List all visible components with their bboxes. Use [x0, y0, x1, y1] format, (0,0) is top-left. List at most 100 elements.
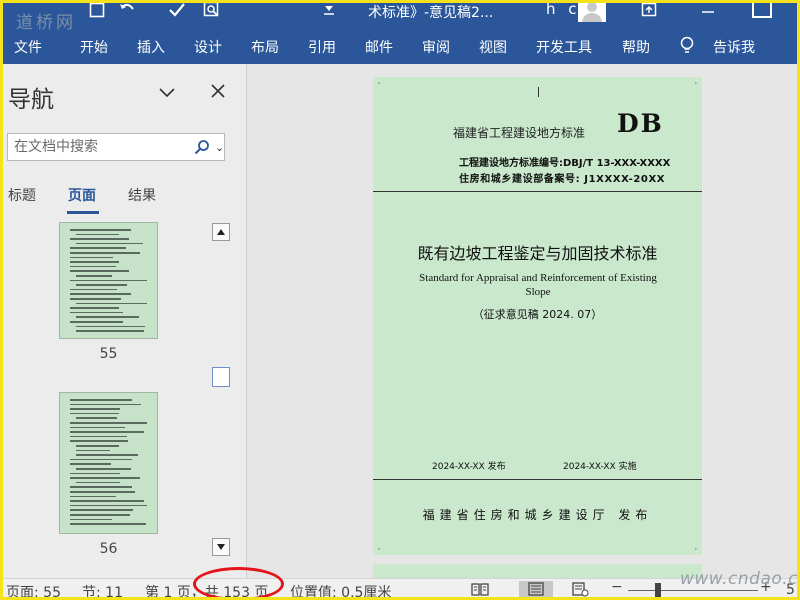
thumbnail-text-line [76, 325, 146, 328]
record-number: 住房和城乡建设部备案号: J1XXXX-20XX [459, 174, 666, 185]
crop-mark-icon [695, 548, 697, 550]
standard-header: 福建省工程建设地方标准 [453, 126, 586, 140]
zoom-slider-thumb[interactable] [655, 583, 661, 597]
page-thumbnail-number: 55 [99, 346, 118, 362]
read-mode-icon[interactable] [470, 581, 490, 597]
thumbnail-text-line [70, 431, 144, 433]
thumbnail-text-line [70, 279, 147, 282]
thumbnail-text-line [70, 412, 119, 415]
scrollbar-thumb[interactable] [212, 367, 230, 387]
thumbnail-text-line [70, 509, 134, 511]
tab-design[interactable]: 设计 [194, 37, 222, 57]
thumbnail-text-line [76, 316, 140, 318]
ribbon-display-icon[interactable] [640, 1, 658, 19]
thumbnail-text-line [70, 426, 126, 429]
thumbnail-text-line [70, 486, 132, 488]
thumbnail-text-line [76, 454, 138, 456]
thumbnail-text-line [70, 500, 144, 502]
undo-icon[interactable] [118, 1, 136, 19]
publish-date: 2024-XX-XX 发布 [432, 462, 506, 472]
scroll-down-icon[interactable] [212, 538, 230, 556]
thumbnail-text-line [70, 247, 126, 249]
thumbnail-text-line [76, 284, 127, 286]
web-layout-icon[interactable] [570, 581, 590, 597]
thumbnail-text-line [70, 440, 128, 442]
thumbnail-text-line [70, 422, 147, 424]
thumbnail-text-line [70, 261, 119, 263]
standard-number: 工程建设地方标准编号:DBJ/T 13-XXX-XXXX [459, 158, 671, 169]
tab-review[interactable]: 审阅 [422, 37, 450, 57]
title-bar: 道桥网 术标准》-意见稿2... h c [0, 0, 800, 33]
user-initials[interactable]: h c [546, 0, 581, 18]
status-section[interactable]: 节: 11 [82, 582, 123, 600]
thumbnail-text-line [70, 399, 133, 401]
crop-mark-icon [378, 82, 380, 84]
thumbnail-scrollbar[interactable] [210, 222, 232, 560]
tab-home[interactable]: 开始 [80, 37, 108, 57]
search-input[interactable] [14, 137, 184, 157]
thumbnail-text-line [70, 238, 130, 240]
zoom-out-icon[interactable]: − [611, 579, 623, 595]
draft-note: （征求意见稿 2024. 07） [472, 308, 603, 321]
tab-help[interactable]: 帮助 [622, 37, 650, 57]
document-area[interactable]: 福建省工程建设地方标准 DB 工程建设地方标准编号:DBJ/T 13-XXX-X… [248, 64, 800, 578]
thumbnail-text-line [76, 445, 120, 447]
thumbnail-text-line [70, 518, 113, 521]
thumbnail-text-line [76, 275, 112, 277]
user-avatar[interactable] [578, 0, 606, 22]
tab-pages[interactable]: 页面 [68, 185, 96, 205]
thumbnail-text-line [70, 403, 142, 406]
thumbnail-text-line [70, 491, 136, 493]
close-icon[interactable] [210, 83, 226, 99]
scroll-up-icon[interactable] [212, 223, 230, 241]
status-position[interactable]: 位置值: 0.5厘米 [290, 582, 391, 600]
thumbnail-text-line [70, 252, 140, 254]
tab-insert[interactable]: 插入 [137, 37, 165, 57]
tab-view[interactable]: 视图 [479, 37, 507, 57]
document-page[interactable]: 福建省工程建设地方标准 DB 工程建设地方标准编号:DBJ/T 13-XXX-X… [373, 77, 702, 555]
customize-toolbar-icon[interactable] [320, 1, 338, 19]
thumbnail-text-line [76, 233, 120, 236]
chevron-down-icon[interactable] [158, 84, 176, 98]
thumbnail-text-line [76, 242, 144, 245]
tab-references[interactable]: 引用 [308, 37, 336, 57]
check-icon[interactable] [168, 1, 186, 19]
tab-file[interactable]: 文件 [14, 37, 42, 57]
zoom-slider[interactable] [628, 590, 758, 591]
divider [373, 191, 702, 192]
lightbulb-icon[interactable] [680, 36, 694, 56]
thumbnail-text-line [70, 477, 140, 479]
page-thumbnail[interactable] [59, 392, 158, 534]
crop-mark-icon [695, 82, 697, 84]
ribbon-tabs: 文件 开始 插入 设计 布局 引用 邮件 审阅 视图 开发工具 帮助 告诉我 [0, 30, 800, 64]
thumbnail-text-line [70, 265, 116, 268]
page-thumbnail-number: 56 [99, 541, 118, 557]
thumbnail-text-line [70, 472, 120, 475]
tab-mailings[interactable]: 邮件 [365, 37, 393, 57]
thumbnail-text-line [70, 229, 132, 231]
tell-me-label[interactable]: 告诉我 [713, 37, 755, 57]
search-options-chevron-icon[interactable]: ⌄ [215, 141, 224, 154]
print-preview-icon[interactable] [203, 1, 221, 19]
search-icon[interactable] [194, 139, 210, 155]
thumbnail-text-line [76, 468, 131, 470]
title-english: Standard for Appraisal and Reinforcement… [419, 272, 657, 298]
thumbnail-text-line [70, 293, 131, 295]
minimize-icon[interactable] [699, 1, 717, 19]
tab-results[interactable]: 结果 [128, 185, 156, 205]
page-thumbnails: 55 56 [0, 222, 210, 578]
thumbnail-text-line [70, 307, 119, 309]
thumbnail-text-line [76, 302, 148, 305]
tab-developer[interactable]: 开发工具 [536, 37, 592, 57]
page-thumbnail[interactable] [59, 222, 158, 339]
tab-layout[interactable]: 布局 [251, 37, 279, 57]
thumbnail-text-line [70, 256, 113, 259]
print-layout-icon[interactable] [519, 581, 553, 597]
status-page[interactable]: 页面: 55 [6, 582, 61, 600]
navigation-pane: 导航 ⌄ 标题 页面 结果 55 56 [0, 64, 247, 578]
crop-mark-icon [378, 548, 380, 550]
maximize-icon[interactable] [752, 0, 772, 18]
next-document-page[interactable] [373, 564, 702, 578]
save-icon[interactable] [88, 1, 106, 19]
tab-headings[interactable]: 标题 [8, 185, 36, 205]
